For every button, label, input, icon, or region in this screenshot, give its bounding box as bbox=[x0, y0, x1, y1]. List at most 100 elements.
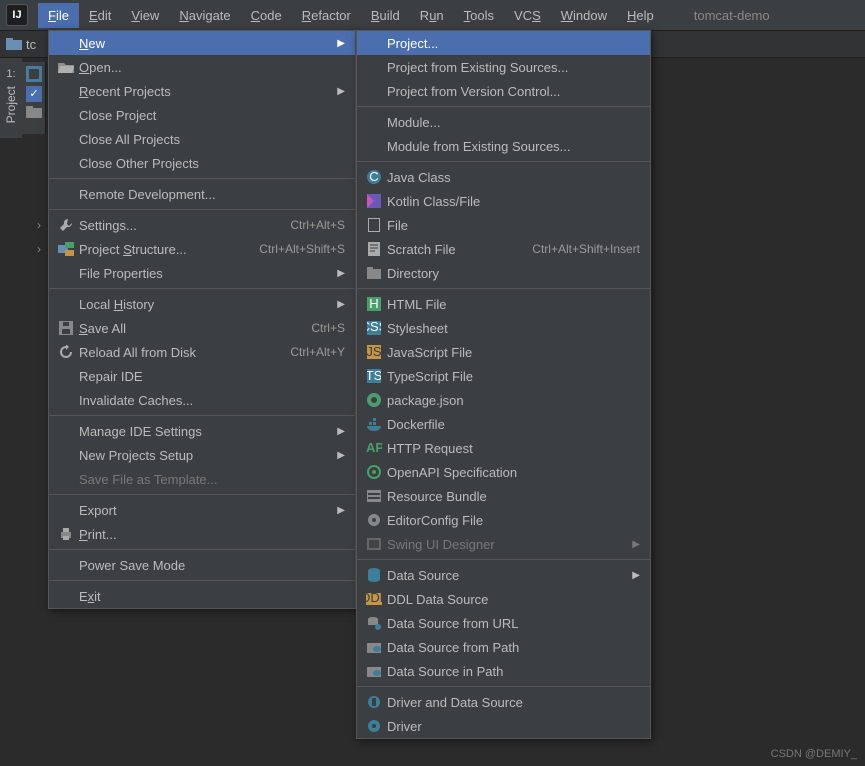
file-menu-item-invalidate-caches[interactable]: Invalidate Caches... bbox=[49, 388, 355, 412]
menu-item-label: Project... bbox=[387, 36, 640, 51]
separator bbox=[357, 686, 650, 687]
menu-item-label: Recent Projects bbox=[79, 84, 329, 99]
file-menu-item-power-save-mode[interactable]: Power Save Mode bbox=[49, 553, 355, 577]
left-rail: 1: Project bbox=[0, 58, 22, 138]
menu-item-label: Swing UI Designer bbox=[387, 537, 624, 552]
new-menu-item-directory[interactable]: Directory bbox=[357, 261, 650, 285]
menu-run[interactable]: Run bbox=[410, 3, 454, 28]
new-menu-item-javascript-file[interactable]: JSJavaScript File bbox=[357, 340, 650, 364]
menu-edit[interactable]: Edit bbox=[79, 3, 121, 28]
file-menu-item-local-history[interactable]: Local History▶ bbox=[49, 292, 355, 316]
new-menu-item-data-source-from-url[interactable]: Data Source from URL bbox=[357, 611, 650, 635]
new-menu-item-data-source-from-path[interactable]: Data Source from Path bbox=[357, 635, 650, 659]
new-menu-item-module[interactable]: Module... bbox=[357, 110, 650, 134]
shortcut-label: Ctrl+Alt+S bbox=[290, 218, 345, 232]
file-menu-item-recent-projects[interactable]: Recent Projects▶ bbox=[49, 79, 355, 103]
new-menu-item-http-request[interactable]: APIHTTP Request bbox=[357, 436, 650, 460]
file-menu-item-project-structure[interactable]: ›Project Structure...Ctrl+Alt+Shift+S bbox=[49, 237, 355, 261]
new-menu-item-data-source[interactable]: Data Source ▶ bbox=[357, 563, 650, 587]
new-menu-item-project-from-existing-sources[interactable]: Project from Existing Sources... bbox=[357, 55, 650, 79]
file-menu-item-file-properties[interactable]: File Properties▶ bbox=[49, 261, 355, 285]
menu-refactor[interactable]: Refactor bbox=[292, 3, 361, 28]
menu-tools[interactable]: Tools bbox=[454, 3, 504, 28]
submenu-arrow-icon: ▶ bbox=[632, 539, 640, 550]
menu-item-label: File bbox=[387, 218, 640, 233]
blank-icon bbox=[365, 35, 383, 51]
menu-item-label: Close Project bbox=[79, 108, 345, 123]
folder-small-icon[interactable] bbox=[26, 106, 41, 118]
file-menu-item-close-project[interactable]: Close Project bbox=[49, 103, 355, 127]
blank-icon bbox=[57, 107, 75, 123]
project-tool-tab[interactable]: Project bbox=[4, 86, 18, 123]
menu-build[interactable]: Build bbox=[361, 3, 410, 28]
project-tool-badge: 1: bbox=[6, 68, 15, 80]
file-menu-item-close-other-projects[interactable]: Close Other Projects bbox=[49, 151, 355, 175]
file-menu-item-manage-ide-settings[interactable]: Manage IDE Settings▶ bbox=[49, 419, 355, 443]
menu-item-label: Export bbox=[79, 503, 329, 518]
new-menu-item-kotlin-class-file[interactable]: Kotlin Class/File bbox=[357, 189, 650, 213]
menu-item-label: Module... bbox=[387, 115, 640, 130]
new-menu-item-file[interactable]: File bbox=[357, 213, 650, 237]
file-menu-item-new-projects-setup[interactable]: New Projects Setup▶ bbox=[49, 443, 355, 467]
menu-vcs[interactable]: VCS bbox=[504, 3, 551, 28]
scratch-icon bbox=[365, 241, 383, 257]
menu-item-label: Remote Development... bbox=[79, 187, 345, 202]
file-menu-item-print[interactable]: Print... bbox=[49, 522, 355, 546]
new-menu-item-driver-and-data-source[interactable]: Driver and Data Source bbox=[357, 690, 650, 714]
new-menu-item-project[interactable]: Project... bbox=[357, 31, 650, 55]
menu-item-label: Stylesheet bbox=[387, 321, 640, 336]
new-menu-item-ddl-data-source[interactable]: DDLDDL Data Source bbox=[357, 587, 650, 611]
menu-item-label: Repair IDE bbox=[79, 369, 345, 384]
file-menu-item-save-all[interactable]: Save AllCtrl+S bbox=[49, 316, 355, 340]
file-menu-item-exit[interactable]: Exit bbox=[49, 584, 355, 608]
separator bbox=[49, 494, 355, 495]
menu-item-label: File Properties bbox=[79, 266, 329, 281]
file-menu-item-remote-development[interactable]: Remote Development... bbox=[49, 182, 355, 206]
file-menu-item-close-all-projects[interactable]: Close All Projects bbox=[49, 127, 355, 151]
separator bbox=[49, 178, 355, 179]
file-menu-item-open[interactable]: Open... bbox=[49, 55, 355, 79]
menu-file[interactable]: File bbox=[38, 3, 79, 28]
wrench-icon bbox=[57, 217, 75, 233]
new-menu-item-scratch-file[interactable]: Scratch FileCtrl+Alt+Shift+Insert bbox=[357, 237, 650, 261]
menu-help[interactable]: Help bbox=[617, 3, 664, 28]
menu-view[interactable]: View bbox=[121, 3, 169, 28]
new-menu-item-resource-bundle[interactable]: Resource Bundle bbox=[357, 484, 650, 508]
new-menu-item-stylesheet[interactable]: CSSStylesheet bbox=[357, 316, 650, 340]
new-menu-item-openapi-specification[interactable]: OpenAPI Specification bbox=[357, 460, 650, 484]
separator bbox=[49, 415, 355, 416]
new-menu-item-editorconfig-file[interactable]: EditorConfig File bbox=[357, 508, 650, 532]
selected-module-icon[interactable]: ✓ bbox=[26, 86, 42, 102]
menu-item-label: Data Source bbox=[387, 568, 624, 583]
project-folder-tab[interactable]: tc bbox=[6, 37, 36, 52]
menu-window[interactable]: Window bbox=[551, 3, 617, 28]
new-menu-item-project-from-version-control[interactable]: Project from Version Control... bbox=[357, 79, 650, 103]
new-menu-item-dockerfile[interactable]: Dockerfile bbox=[357, 412, 650, 436]
blank-icon bbox=[57, 471, 75, 487]
new-menu-item-driver[interactable]: Driver bbox=[357, 714, 650, 738]
menu-item-label: Scratch File bbox=[387, 242, 522, 257]
new-menu-item-module-from-existing-sources[interactable]: Module from Existing Sources... bbox=[357, 134, 650, 158]
new-menu-item-java-class[interactable]: CJava Class bbox=[357, 165, 650, 189]
file-menu-item-reload-all-from-disk[interactable]: Reload All from DiskCtrl+Alt+Y bbox=[49, 340, 355, 364]
file-menu-item-repair-ide[interactable]: Repair IDE bbox=[49, 364, 355, 388]
separator bbox=[49, 288, 355, 289]
module-icon[interactable] bbox=[26, 66, 41, 82]
new-menu-item-data-source-in-path[interactable]: Data Source in Path bbox=[357, 659, 650, 683]
submenu-arrow-icon: ▶ bbox=[632, 570, 640, 581]
new-menu-item-html-file[interactable]: HHTML File bbox=[357, 292, 650, 316]
menu-item-label: Reload All from Disk bbox=[79, 345, 280, 360]
file-menu-item-export[interactable]: Export▶ bbox=[49, 498, 355, 522]
menu-code[interactable]: Code bbox=[241, 3, 292, 28]
menu-item-label: Power Save Mode bbox=[79, 558, 345, 573]
project-name: tomcat-demo bbox=[694, 8, 770, 23]
watermark: CSDN @DEMIY_ bbox=[771, 748, 857, 760]
new-menu-item-typescript-file[interactable]: TSTypeScript File bbox=[357, 364, 650, 388]
blank-icon bbox=[365, 138, 383, 154]
menu-navigate[interactable]: Navigate bbox=[169, 3, 240, 28]
menu-item-label: Save All bbox=[79, 321, 301, 336]
file-menu-item-new[interactable]: New▶ bbox=[49, 31, 355, 55]
menu-item-label: Project Structure... bbox=[79, 242, 249, 257]
new-menu-item-package-json[interactable]: package.json bbox=[357, 388, 650, 412]
file-menu-item-settings[interactable]: ›Settings...Ctrl+Alt+S bbox=[49, 213, 355, 237]
